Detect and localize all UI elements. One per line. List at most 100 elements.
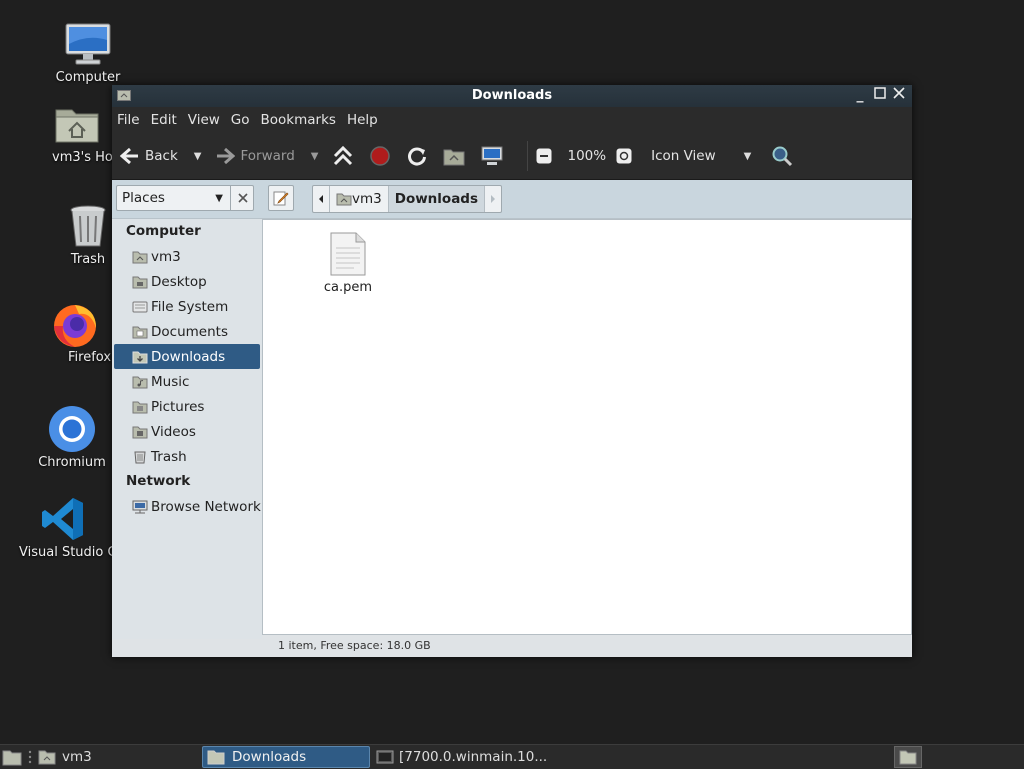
window-titlebar[interactable]: Downloads _ <box>112 85 912 107</box>
maximize-button[interactable] <box>872 87 888 103</box>
computer-button[interactable] <box>480 145 509 167</box>
firefox-icon <box>51 300 99 348</box>
drag-handle-icon[interactable] <box>28 746 32 768</box>
taskbar: vm3 Downloads [7700.0.winmain.10... <box>0 744 1024 769</box>
breadcrumb: vm3 Downloads <box>312 185 503 213</box>
task-winmain[interactable]: [7700.0.winmain.10... <box>376 746 556 768</box>
menu-go[interactable]: Go <box>231 112 250 128</box>
forward-arrow-icon <box>217 147 236 165</box>
menu-file[interactable]: File <box>117 112 140 128</box>
forward-label: Forward <box>240 148 295 164</box>
sidebar-item-music[interactable]: Music <box>112 369 262 394</box>
sidebar-item-videos[interactable]: Videos <box>112 419 262 444</box>
zoom-in-icon <box>616 148 632 164</box>
chevron-right-icon <box>491 195 496 203</box>
view-mode-select[interactable]: Icon View ▼ <box>651 148 761 164</box>
sidebar-item-vm3[interactable]: vm3 <box>112 244 262 269</box>
network-icon <box>132 500 148 513</box>
back-label: Back <box>145 148 178 164</box>
videos-folder-icon <box>132 426 148 438</box>
sidebar-item-documents[interactable]: Documents <box>112 319 262 344</box>
desktop-computer[interactable]: Computer <box>38 20 138 85</box>
forward-history-dropdown[interactable]: ▼ <box>311 151 319 162</box>
sidebar-item-trash[interactable]: Trash <box>112 444 262 469</box>
sidebar-heading-network: Network <box>126 473 191 489</box>
desktop-icon-label: Chromium <box>38 455 106 470</box>
home-folder-icon <box>132 251 148 263</box>
menu-help[interactable]: Help <box>347 112 378 128</box>
trash-icon <box>64 202 112 250</box>
menu-bookmarks[interactable]: Bookmarks <box>261 112 336 128</box>
window-title: Downloads <box>471 88 553 103</box>
desktop-folder-icon <box>132 276 148 288</box>
zoom-out-button[interactable] <box>536 148 557 164</box>
desktop-chromium[interactable]: Chromium <box>22 405 122 470</box>
zoom-level[interactable]: 100% <box>567 148 606 164</box>
side-pane-label: Places <box>122 190 165 206</box>
workspace-launcher[interactable]: vm3 <box>38 746 92 768</box>
up-button[interactable] <box>332 145 359 167</box>
zoom-in-button[interactable] <box>616 148 637 164</box>
vscode-icon <box>39 495 87 543</box>
chevron-down-icon: ▼ <box>215 193 223 204</box>
close-side-pane-button[interactable] <box>230 185 255 211</box>
file-item[interactable]: ca.pem <box>321 232 375 295</box>
back-button[interactable]: Back <box>120 147 178 165</box>
breadcrumb-vm3[interactable]: vm3 <box>330 186 389 212</box>
search-button[interactable] <box>771 145 798 167</box>
edit-location-button[interactable] <box>268 185 294 211</box>
sidebar-heading-computer: Computer <box>126 223 201 239</box>
chevron-down-icon: ▼ <box>743 150 752 162</box>
menubar: File Edit View Go Bookmarks Help <box>112 107 912 133</box>
show-desktop-button[interactable] <box>2 746 22 768</box>
pictures-folder-icon <box>132 401 148 413</box>
file-view[interactable]: ca.pem <box>262 219 912 635</box>
downloads-folder-icon <box>132 351 148 363</box>
breadcrumb-right-arrow[interactable] <box>485 186 501 212</box>
home-folder-icon <box>2 750 22 766</box>
terminal-icon <box>376 750 394 764</box>
sidebar-item-desktop[interactable]: Desktop <box>112 269 262 294</box>
sidebar-item-file-system[interactable]: File System <box>112 294 262 319</box>
workspace-label: vm3 <box>62 749 92 765</box>
stop-icon <box>370 146 391 166</box>
desktop-home-folder[interactable]: vm3's Home <box>38 100 116 165</box>
tray-folder-icon[interactable] <box>894 746 922 768</box>
close-button[interactable] <box>891 87 907 103</box>
forward-button[interactable]: Forward <box>215 147 295 165</box>
home-folder-icon <box>336 193 352 206</box>
home-folder-icon <box>207 750 225 765</box>
back-history-dropdown[interactable]: ▼ <box>194 151 202 162</box>
home-folder-icon <box>53 100 101 148</box>
trash-icon <box>134 451 146 463</box>
desktop-firefox[interactable]: Firefox <box>38 300 112 365</box>
sidebar-item-pictures[interactable]: Pictures <box>112 394 262 419</box>
status-bar: 1 item, Free space: 18.0 GB <box>278 639 431 652</box>
sidebar-item-browse-network[interactable]: Browse Network <box>112 494 262 519</box>
search-icon <box>772 146 793 167</box>
home-button[interactable] <box>443 146 470 166</box>
view-mode-label: Icon View <box>651 148 716 164</box>
sidebar-item-downloads[interactable]: Downloads <box>114 344 260 369</box>
file-manager-window: Downloads _ File Edit View Go Bookmarks … <box>112 85 912 657</box>
menu-view[interactable]: View <box>188 112 220 128</box>
reload-button[interactable] <box>406 145 433 167</box>
music-folder-icon <box>132 376 148 388</box>
desktop-icon-label: Firefox <box>68 350 112 365</box>
home-folder-icon <box>443 149 465 166</box>
drive-icon <box>132 301 148 312</box>
file-name: ca.pem <box>323 280 373 295</box>
breadcrumb-downloads[interactable]: Downloads <box>388 186 486 212</box>
desktop-vscode[interactable]: Visual Studio Code <box>14 495 112 560</box>
task-downloads[interactable]: Downloads <box>202 746 370 768</box>
back-arrow-icon <box>120 147 138 165</box>
task-label: Downloads <box>232 749 307 765</box>
chromium-icon <box>48 405 96 453</box>
breadcrumb-left-arrow[interactable] <box>313 186 330 212</box>
menu-edit[interactable]: Edit <box>151 112 177 128</box>
documents-folder-icon <box>132 326 148 338</box>
minimize-button[interactable]: _ <box>852 87 868 103</box>
stop-button[interactable] <box>369 145 396 167</box>
zoom-out-icon <box>536 148 552 164</box>
task-label: [7700.0.winmain.10... <box>399 749 548 765</box>
